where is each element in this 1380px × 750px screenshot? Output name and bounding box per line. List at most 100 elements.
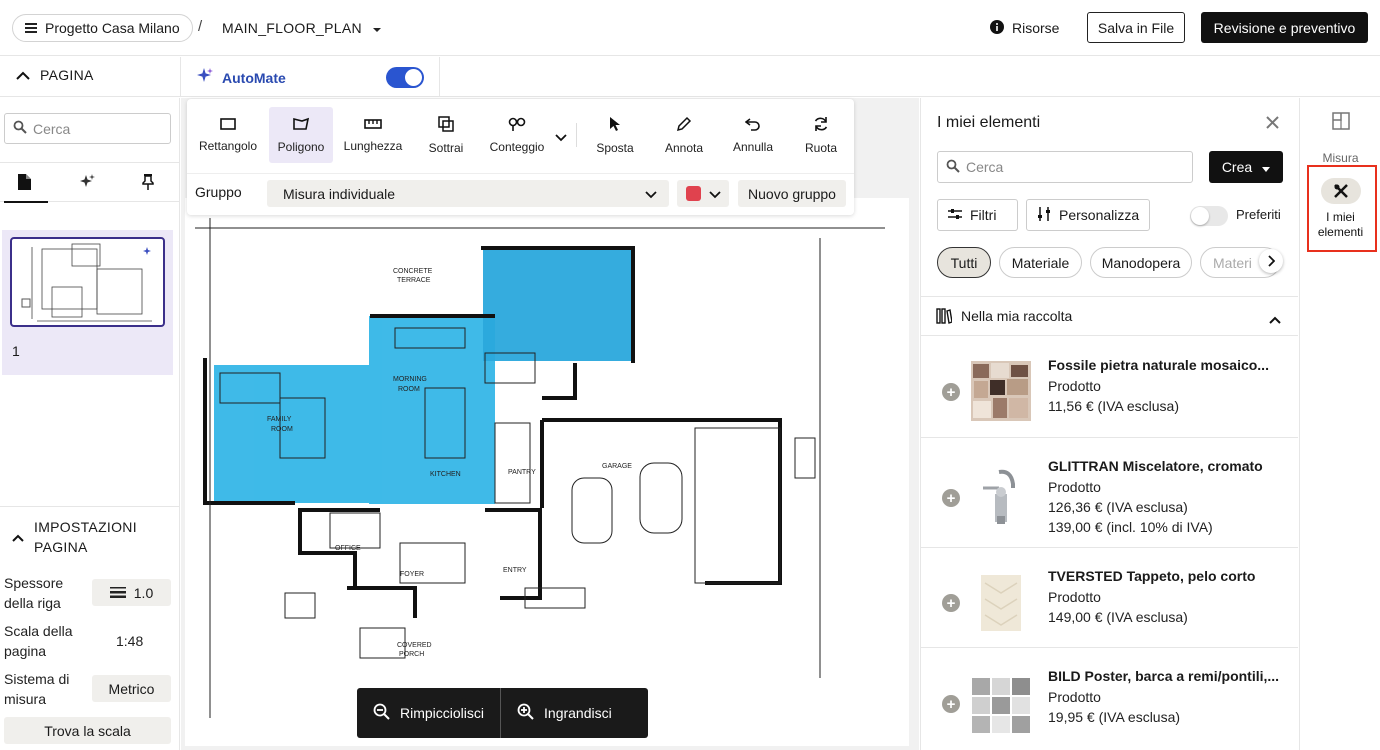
zoom-in-button[interactable]: Ingrandisci [501,688,612,738]
pin-icon [141,173,155,193]
office-label: OFFICE [335,545,361,552]
product-price: 126,36 € (IVA esclusa) [1048,499,1188,515]
chevron-down-icon[interactable] [555,129,567,145]
svg-text:PORCH: PORCH [399,651,424,658]
items-search-input[interactable]: Cerca [937,151,1193,183]
zoom-out-button[interactable]: Rimpicciolisci [357,688,484,738]
automate-label: AutoMate [196,67,286,88]
tab-pinned[interactable] [128,169,168,197]
chip-material[interactable]: Materiale [999,247,1082,278]
chip-all[interactable]: Tutti [937,247,991,278]
project-menu-button[interactable]: Progetto Casa Milano [12,14,193,42]
tool-count[interactable]: Conteggio [485,107,549,163]
search-placeholder: Cerca [966,159,1004,175]
panel-title: I miei elementi [937,114,1041,131]
page-settings-toggle[interactable]: IMPOSTAZIONI PAGINA [12,517,137,557]
tool-undo[interactable]: Annulla [725,107,781,163]
tool-annotate[interactable]: Annota [655,107,713,163]
entry-label: ENTRY [503,567,527,574]
rail-my-items[interactable]: I miei elementi [1300,178,1380,240]
tab-ai[interactable] [67,169,107,197]
tool-move[interactable]: Sposta [587,107,643,163]
group-row: Gruppo Misura individuale Nuovo gruppo [187,173,854,209]
zoom-controls: Rimpicciolisci Ingrandisci [357,688,648,738]
line-thickness-label: Spessore della riga [4,575,64,611]
product-price: 19,95 € (IVA esclusa) [1048,709,1181,725]
add-icon[interactable]: + [942,383,960,401]
sliders-icon [948,207,962,223]
save-to-file-button[interactable]: Salva in File [1087,12,1185,43]
automate-toggle[interactable] [386,67,424,88]
page-section-toggle[interactable]: PAGINA [16,67,94,83]
line-weight-icon [109,585,126,601]
chevron-up-icon [1269,311,1281,327]
add-icon[interactable]: + [942,489,960,507]
ruler-icon [364,118,382,133]
page-thumbnail [10,237,165,327]
group-select[interactable]: Misura individuale [267,180,669,207]
tool-subtract[interactable]: Sottrai [415,107,477,163]
add-icon[interactable]: + [942,594,960,612]
tool-length[interactable]: Lunghezza [339,107,407,163]
filters-button[interactable]: Filtri [937,199,1018,231]
product-image [971,361,1031,421]
polygon-icon [292,117,310,134]
tool-polygon[interactable]: Poligono [269,107,333,163]
product-image [971,573,1031,633]
measure-system-select[interactable]: Metrico [92,675,171,702]
line-thickness-select[interactable]: 1.0 [92,579,171,606]
page-settings-title-2: PAGINA [34,539,88,555]
add-icon[interactable]: + [942,695,960,713]
tool-rotate[interactable]: Ruota [793,107,849,163]
review-estimate-button[interactable]: Revisione e preventivo [1201,12,1368,43]
right-rail: Misura I miei elementi [1299,98,1380,750]
page-scale-label: Scala della pagina [4,623,73,659]
chevron-right-icon[interactable] [1259,249,1283,273]
product-image [971,466,1031,526]
chevron-up-icon [16,67,30,83]
morning-room-label: MORNING [393,376,427,383]
subtract-icon [438,115,454,135]
page-search-input[interactable]: Cerca [4,113,171,144]
adjust-icon [1037,206,1051,224]
group-value: Misura individuale [283,185,396,202]
find-scale-button[interactable]: Trova la scala [4,717,171,744]
group-color-select[interactable] [677,180,729,207]
resources-button[interactable]: Risorse [990,14,1059,42]
create-button[interactable]: Crea [1209,151,1283,183]
list-item[interactable]: + Fossile pietra naturale mosaico... Pro… [921,337,1298,438]
svg-text:ROOM: ROOM [398,386,420,393]
foyer-label: FOYER [400,571,424,578]
close-icon[interactable] [1266,112,1279,135]
page-settings-section: IMPOSTAZIONI PAGINA Spessore della riga … [0,506,179,750]
plan-selector[interactable]: MAIN_FLOOR_PLAN [222,14,382,42]
page-panel: Cerca 1 IMPOSTAZIONI PAGINA Spessore del… [0,98,180,750]
collection-header[interactable]: Nella mia raccolta [921,296,1298,336]
tool-rectangle[interactable]: Rettangolo [193,107,263,163]
plan-name: MAIN_FLOOR_PLAN [222,20,362,36]
caret-down-icon [372,20,382,36]
list-item[interactable]: + GLITTRAN Miscelatore, cromato Prodotto… [921,438,1298,548]
favorites-toggle[interactable] [1190,206,1228,226]
product-type: Prodotto [1048,589,1101,605]
group-label: Gruppo [195,184,242,200]
kitchen-label: KITCHEN [430,471,461,478]
secondary-bar: PAGINA AutoMate [0,57,1380,97]
tools-icon [1320,178,1361,204]
project-name: Progetto Casa Milano [45,20,180,36]
product-price: 11,56 € (IVA esclusa) [1048,398,1179,414]
page-thumbnail-card[interactable]: 1 [2,230,173,375]
rectangle-icon [220,117,236,133]
tab-pages[interactable] [4,169,48,203]
page-settings-title: IMPOSTAZIONI [34,519,137,535]
family-room-label: FAMILY [267,416,292,423]
page-scale-value: 1:48 [116,633,144,649]
chip-labor[interactable]: Manodopera [1090,247,1192,278]
list-item[interactable]: + TVERSTED Tappeto, pelo corto Prodotto … [921,548,1298,648]
rail-measure[interactable]: Misura [1300,112,1380,165]
product-price-incl-vat: 139,00 € (incl. 10% di IVA) [1048,519,1213,535]
sparkle-icon [78,173,96,194]
list-item[interactable]: + BILD Poster, barca a remi/pontili,... … [921,648,1298,750]
new-group-button[interactable]: Nuovo gruppo [738,180,846,207]
customize-button[interactable]: Personalizza [1026,199,1150,231]
